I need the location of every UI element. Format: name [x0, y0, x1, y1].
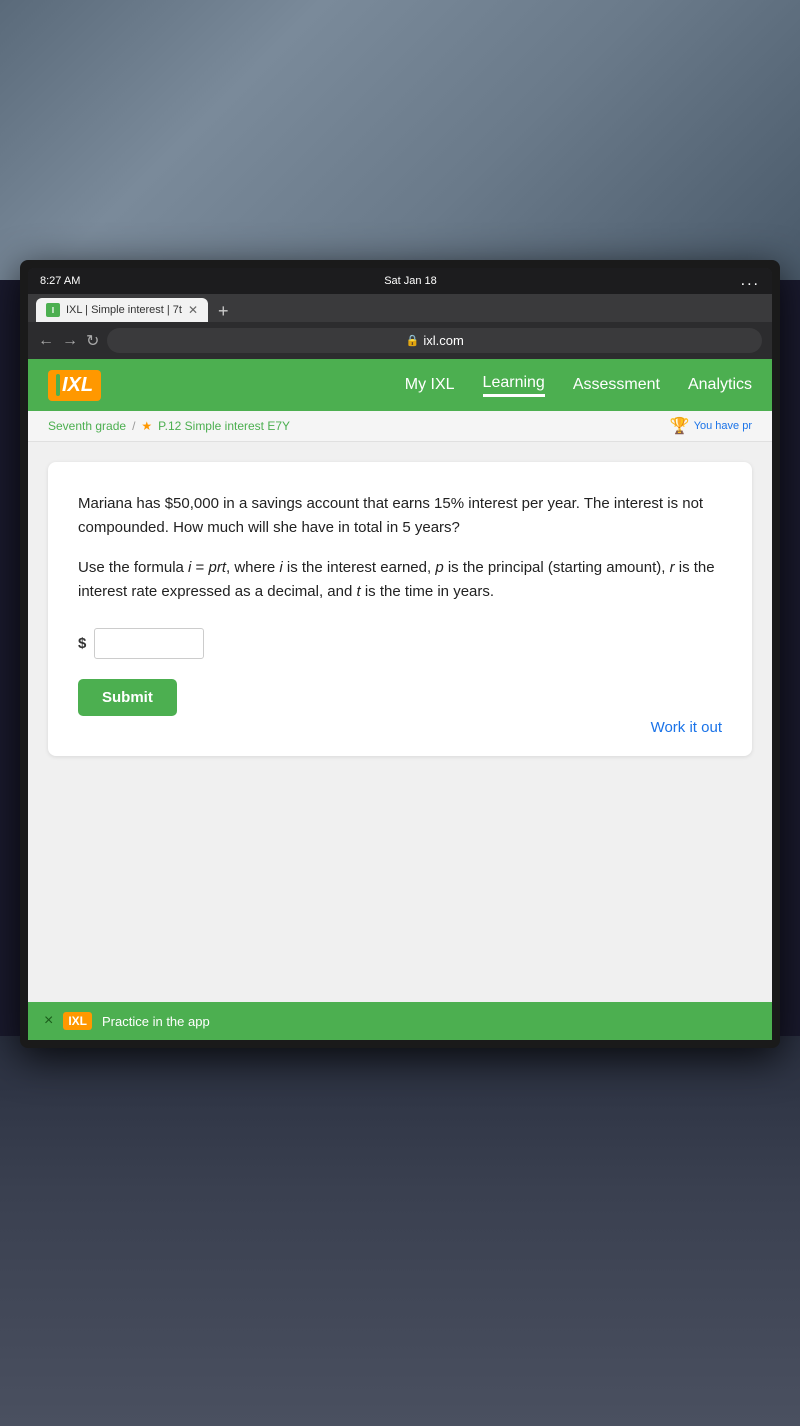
- trophy-icon: 🏆: [670, 416, 690, 436]
- breadcrumb-bar: Seventh grade / ★ P.12 Simple interest E…: [28, 411, 772, 442]
- submit-button[interactable]: Submit: [78, 679, 177, 716]
- new-tab-button[interactable]: +: [212, 301, 235, 322]
- breadcrumb-skill[interactable]: P.12 Simple interest E7Y: [158, 419, 290, 433]
- address-bar-row: ← → ↻ 🔒 ixl.com: [28, 322, 772, 359]
- lock-icon: 🔒: [406, 334, 420, 347]
- tab-title: IXL | Simple interest | 7t: [66, 304, 182, 316]
- status-date: Sat Jan 18: [384, 275, 437, 287]
- main-content: Mariana has $50,000 in a savings account…: [28, 442, 772, 1002]
- three-dots-menu[interactable]: ...: [741, 272, 760, 290]
- breadcrumb-sep1: /: [132, 419, 135, 433]
- app-promo-bar: × IXL Practice in the app: [28, 1002, 772, 1040]
- app-promo-logo: IXL: [63, 1012, 92, 1030]
- question-text: Mariana has $50,000 in a savings account…: [78, 492, 722, 540]
- nav-my-ixl[interactable]: My IXL: [405, 376, 455, 394]
- status-time: 8:27 AM: [40, 275, 80, 287]
- refresh-button[interactable]: ↻: [86, 331, 99, 351]
- breadcrumb-star-icon: ★: [141, 419, 152, 433]
- trophy-badge: 🏆 You have pr: [670, 416, 752, 436]
- status-bar: 8:27 AM Sat Jan 18 ...: [28, 268, 772, 294]
- ixl-navbar: IXL My IXL Learning Assessment Analytics: [28, 359, 772, 411]
- tablet-frame: 8:27 AM Sat Jan 18 ... I IXL | Simple in…: [20, 260, 780, 1048]
- answer-input[interactable]: [94, 628, 204, 659]
- app-promo-logo-text: IXL: [68, 1014, 87, 1028]
- dollar-sign: $: [78, 635, 86, 652]
- address-bar[interactable]: 🔒 ixl.com: [107, 328, 762, 353]
- app-promo-text: Practice in the app: [102, 1014, 210, 1029]
- question-card: Mariana has $50,000 in a savings account…: [48, 462, 752, 756]
- tab-bar: I IXL | Simple interest | 7t ✕ +: [28, 294, 772, 322]
- ixl-logo: IXL: [48, 370, 101, 401]
- work-it-out-link[interactable]: Work it out: [651, 719, 722, 736]
- breadcrumb-skill-code: P.12 Simple interest: [158, 419, 264, 433]
- nav-links: My IXL Learning Assessment Analytics: [405, 374, 752, 397]
- trophy-text: You have pr: [694, 420, 752, 432]
- breadcrumb-grade[interactable]: Seventh grade: [48, 419, 126, 433]
- browser-tab-active[interactable]: I IXL | Simple interest | 7t ✕: [36, 298, 208, 322]
- nav-assessment[interactable]: Assessment: [573, 376, 660, 394]
- breadcrumb-skill-id: E7Y: [267, 419, 290, 433]
- tab-close-button[interactable]: ✕: [188, 303, 198, 317]
- website-content: IXL My IXL Learning Assessment Analytics…: [28, 359, 772, 1040]
- forward-button[interactable]: →: [62, 332, 78, 350]
- nav-analytics[interactable]: Analytics: [688, 376, 752, 394]
- formula-text: Use the formula i = prt, where i is the …: [78, 556, 722, 604]
- address-text: ixl.com: [423, 333, 463, 348]
- answer-input-row: $: [78, 628, 722, 659]
- nav-learning[interactable]: Learning: [483, 374, 545, 397]
- app-promo-close-button[interactable]: ×: [44, 1012, 53, 1030]
- browser-chrome: 8:27 AM Sat Jan 18 ... I IXL | Simple in…: [28, 268, 772, 359]
- logo-bar: [56, 374, 60, 396]
- tab-favicon: I: [46, 303, 60, 317]
- logo-text: IXL: [62, 374, 93, 397]
- back-button[interactable]: ←: [38, 332, 54, 350]
